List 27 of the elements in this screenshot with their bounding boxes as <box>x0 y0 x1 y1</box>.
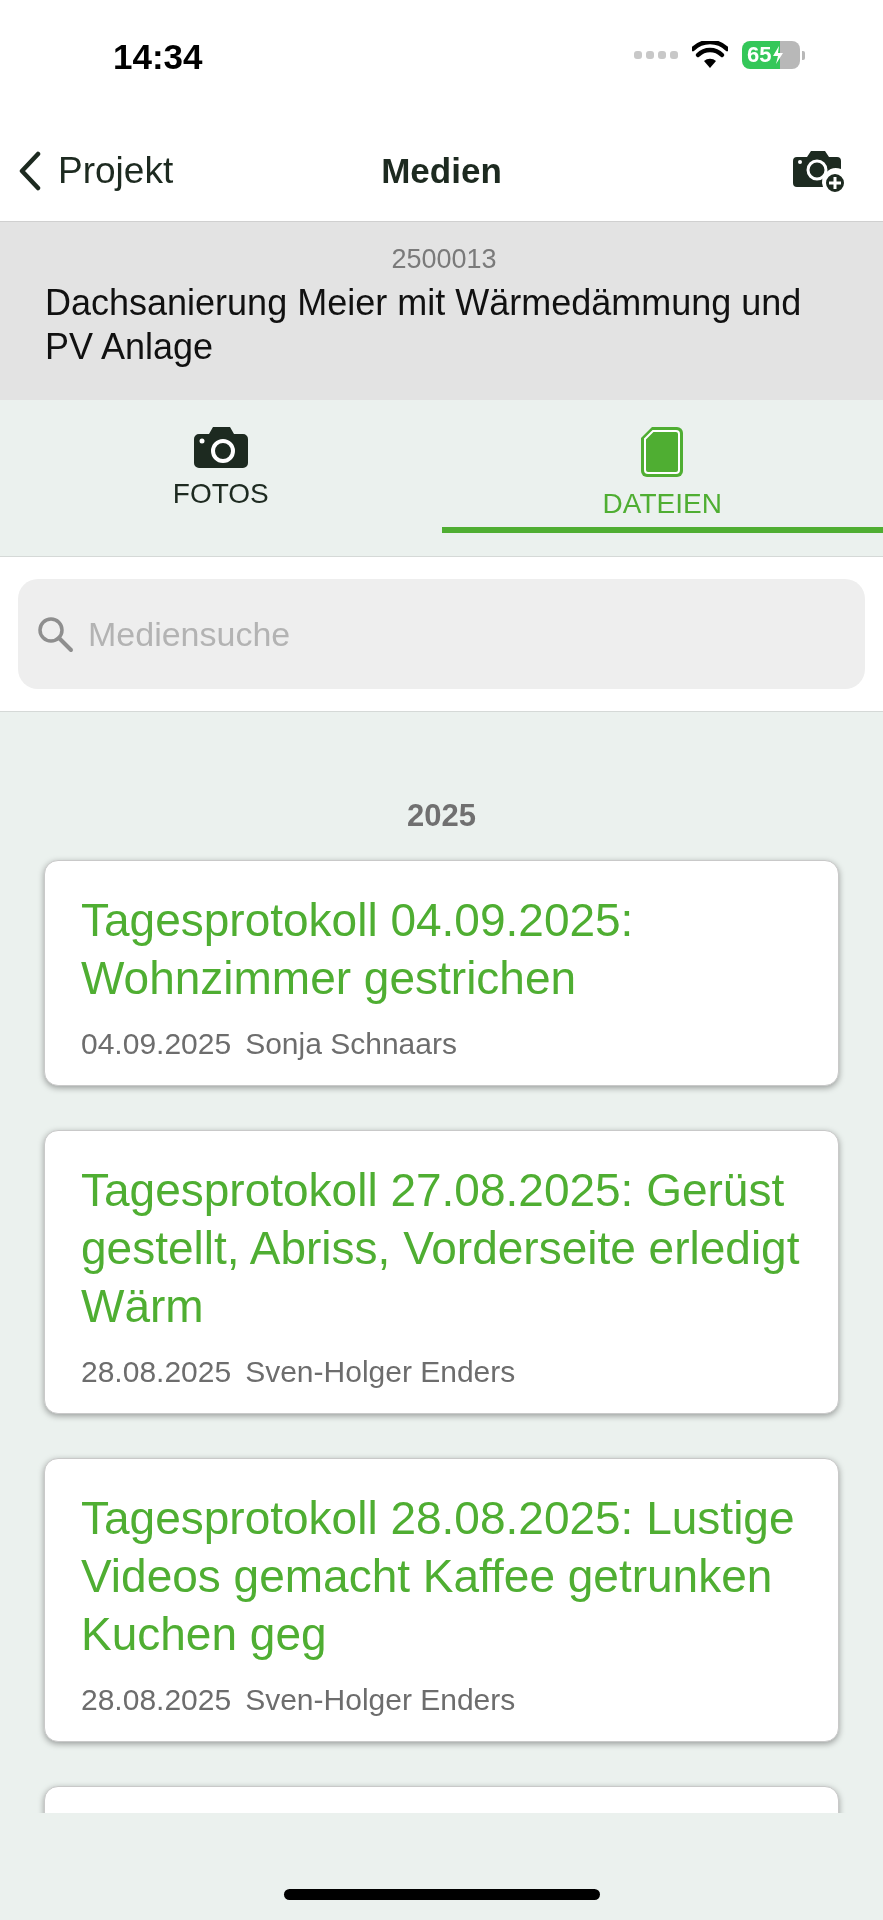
file-date: 28.08.2025 <box>81 1355 232 1389</box>
file-author: Sonja Schnaars <box>245 1027 457 1061</box>
search-icon <box>36 615 74 653</box>
wifi-icon <box>692 41 728 69</box>
tab[interactable]: FOTOS <box>0 400 442 533</box>
file-title: Tagesprotokoll 28.08.2025: Lustige Videos gemacht Kaffee getrunken Kuchen geg <box>81 1491 796 1662</box>
project-number: 2500013 <box>390 244 498 275</box>
document-icon <box>640 426 685 478</box>
file-card[interactable]: Tagesprotokoll 27.08.2025: Gerüst gestellt, Abriss, Vorderseite erledigt Wärm 28.08.2025 Sven-Holger Enders <box>44 1130 839 1414</box>
file-card[interactable]: Tagesprotokoll 28.08.2025: Lustige Videos gemacht Kaffee getrunken Kuchen geg 28.08.2025 Sven-Holger Enders <box>44 1458 839 1742</box>
status-time: 14:34 <box>113 37 203 77</box>
chevron-left-icon <box>18 150 42 191</box>
file-date: 28.08.2025 <box>81 1683 232 1717</box>
camera-icon <box>193 426 248 468</box>
file-author: Sven-Holger Enders <box>245 1355 516 1389</box>
search-field[interactable]: Mediensuche <box>18 579 865 689</box>
no-signal-icon <box>634 50 678 60</box>
battery-indicator: 65 <box>742 41 800 69</box>
file-title: Tagesprotokoll 27.08.2025: Gerüst gestellt, Abriss, Vorderseite erledigt Wärm <box>81 1163 801 1334</box>
back-button[interactable]: Projekt <box>18 149 174 192</box>
file-author: Sven-Holger Enders <box>245 1683 516 1717</box>
file-card[interactable]: Tagesprotokoll 04.09.2025: Wohnzimmer gestrichen 04.09.2025 Sonja Schnaars <box>44 860 839 1086</box>
year-heading: 2025 <box>406 798 477 834</box>
project-name: Dachsanierung Meier mit Wärmedämmung und PV Anlage <box>45 281 803 369</box>
screen-title: Medien <box>381 150 502 191</box>
file-title: Tagesprotokoll 04.09.2025: Wohnzimmer gestrichen <box>81 893 635 1006</box>
file-date: 04.09.2025 <box>81 1027 232 1061</box>
